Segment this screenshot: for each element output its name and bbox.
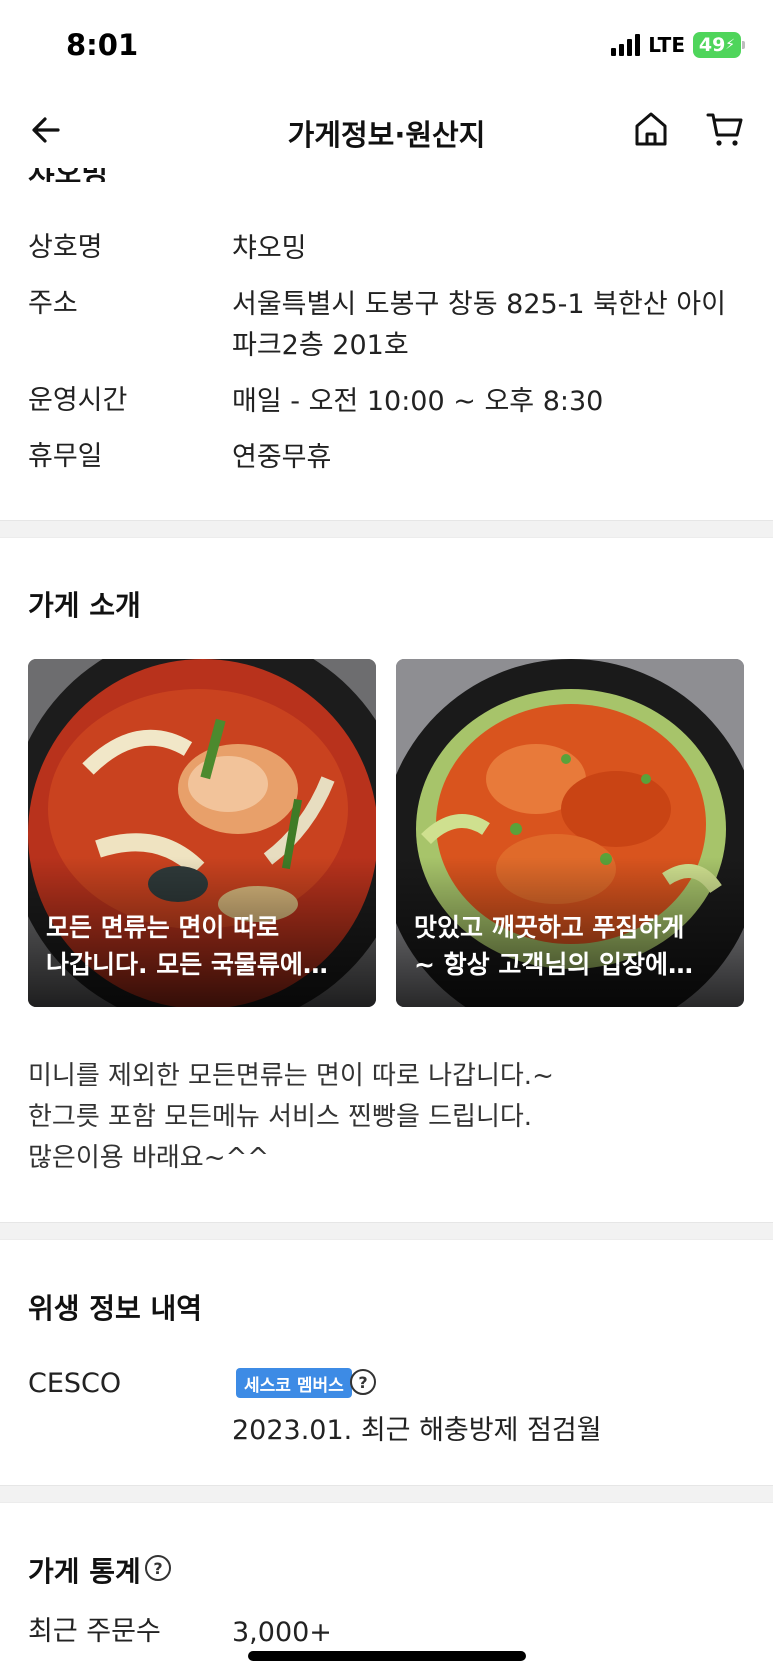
status-time: 8:01 <box>66 28 139 62</box>
cart-icon <box>706 113 743 146</box>
caption-line: 맛있고 깨끗하고 푸짐하게 <box>414 913 685 942</box>
intro-description: 미니를 제외한 모든면류는 면이 따로 나갑니다.~ 한그릇 포함 모든메뉴 서… <box>28 1056 554 1179</box>
hygiene-inspection-detail: 2023.01. 최근 해충방제 점검월 <box>232 1415 602 1446</box>
cart-button[interactable] <box>702 106 748 152</box>
cesco-members-badge: 세스코 멤버스 <box>236 1368 352 1398</box>
section-divider <box>0 1485 773 1503</box>
photo-caption: 모든 면류는 면이 따로 나갑니다. 모든 국물류에… <box>46 909 362 983</box>
photo-caption: 맛있고 깨끗하고 푸짐하게 ~ 항상 고객님의 입장에… <box>414 909 730 983</box>
caption-line: ~ 항상 고객님의 입장에… <box>414 950 694 979</box>
closed-days-label: 휴무일 <box>28 441 103 472</box>
cellular-signal-icon <box>611 34 641 56</box>
section-divider <box>0 520 773 538</box>
intro-section-title: 가게 소개 <box>28 589 141 622</box>
help-icon[interactable]: ? <box>145 1555 171 1581</box>
hours-label: 운영시간 <box>28 385 128 416</box>
status-bar: 8:01 LTE 49 ⚡ <box>0 0 773 92</box>
stats-section-title: 가게 통계 <box>28 1555 141 1588</box>
help-icon[interactable]: ? <box>350 1369 376 1395</box>
battery-icon: 49 ⚡ <box>693 32 745 58</box>
caption-line: 나갑니다. 모든 국물류에… <box>46 950 328 979</box>
home-indicator[interactable] <box>248 1651 526 1661</box>
battery-level: 49 <box>698 34 726 56</box>
address-label: 주소 <box>28 288 78 319</box>
address-line: 서울특별시 도봉구 창동 825-1 북한산 아이 <box>232 289 726 320</box>
intro-photo-card[interactable]: 모든 면류는 면이 따로 나갑니다. 모든 국물류에… <box>28 659 376 1007</box>
closed-days-value: 연중무휴 <box>232 442 332 473</box>
recent-orders-label: 최근 주문수 <box>28 1616 161 1647</box>
hours-value: 매일 - 오전 10:00 ~ 오후 8:30 <box>232 386 604 417</box>
section-divider <box>0 1222 773 1240</box>
address-line: 파크2층 201호 <box>232 330 409 361</box>
intro-line: 미니를 제외한 모든면류는 면이 따로 나갑니다.~ <box>28 1061 554 1091</box>
intro-line: 한그릇 포함 모든메뉴 서비스 찐빵을 드립니다. <box>28 1102 533 1132</box>
home-button[interactable] <box>628 106 674 152</box>
status-indicators: LTE 49 ⚡ <box>611 32 745 58</box>
hygiene-section-title: 위생 정보 내역 <box>28 1292 203 1325</box>
hygiene-provider-label: CESCO <box>28 1368 122 1399</box>
caption-line: 모든 면류는 면이 따로 <box>46 913 280 942</box>
recent-orders-value: 3,000+ <box>232 1617 332 1648</box>
store-name-label: 상호명 <box>28 232 103 263</box>
home-icon <box>635 112 667 146</box>
nav-bar: 가게정보·원산지 <box>0 92 773 168</box>
store-name-value: 챠오밍 <box>232 233 307 264</box>
network-type: LTE <box>648 33 685 57</box>
intro-photo-card[interactable]: 맛있고 깨끗하고 푸짐하게 ~ 항상 고객님의 입장에… <box>396 659 744 1007</box>
address-value: 서울특별시 도봉구 창동 825-1 북한산 아이 파크2층 201호 <box>232 284 732 366</box>
intro-line: 많은이용 바래요~^^ <box>28 1143 270 1173</box>
